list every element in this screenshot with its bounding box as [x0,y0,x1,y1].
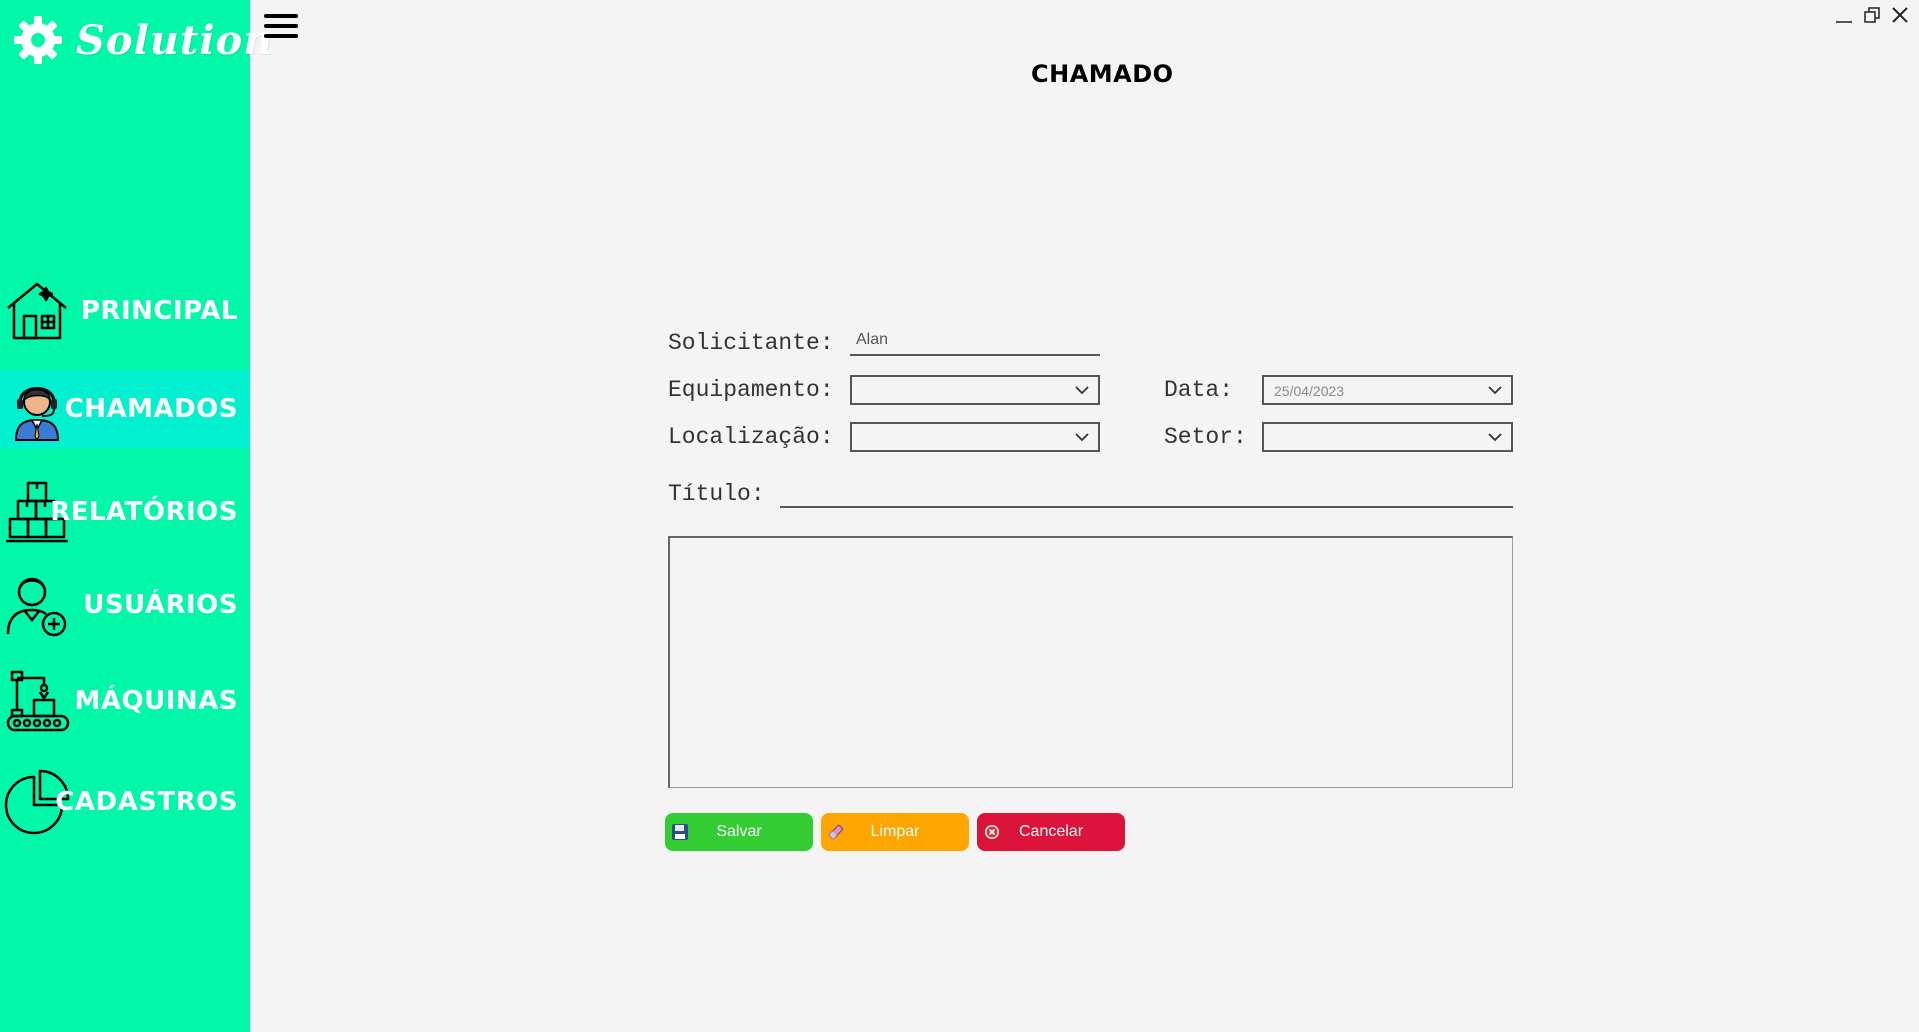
robot-arm-conveyor-icon [6,670,70,732]
titulo-label: Título: [668,481,765,507]
sidebar-item-label: MÁQUINAS [74,686,238,716]
sidebar-item-principal[interactable]: PRINCIPAL [0,272,250,350]
chevron-down-icon [1488,433,1502,442]
solicitante-input[interactable] [850,326,1100,356]
data-value: 25/04/2023 [1274,383,1345,399]
sidebar-item-cadastros[interactable]: CADASTROS [0,763,250,841]
equipamento-label: Equipamento: [668,377,834,403]
window-controls [1833,4,1911,26]
house-icon [7,282,67,340]
titulo-input[interactable] [780,478,1513,508]
sidebar-item-label: RELATÓRIOS [50,497,238,527]
data-date-picker[interactable]: 25/04/2023 [1262,375,1513,405]
cancel-x-icon [985,825,999,839]
sidebar-item-usuarios[interactable]: USUÁRIOS [0,566,250,644]
page-title: CHAMADO [1031,60,1174,88]
cancel-button[interactable]: Cancelar [977,813,1125,851]
save-button[interactable]: Salvar [665,813,813,851]
floppy-disk-icon [672,824,688,840]
data-label: Data: [1164,377,1234,403]
support-agent-icon [14,387,60,442]
minimize-icon [1836,21,1852,23]
close-window-button[interactable] [1889,4,1911,26]
sidebar-item-label: USUÁRIOS [83,590,238,620]
hamburger-icon [264,14,298,18]
setor-dropdown[interactable] [1262,422,1513,452]
eraser-icon [828,824,844,840]
sidebar-item-chamados[interactable]: CHAMADOS [0,370,250,448]
chevron-down-icon [1075,386,1089,395]
sidebar-item-relatorios[interactable]: RELATÓRIOS [0,473,250,551]
restore-button[interactable] [1861,4,1883,26]
menu-toggle-button[interactable] [264,14,298,40]
close-icon [1892,7,1908,23]
gear-icon [14,16,62,64]
logo-text: Solution [76,16,274,64]
setor-label: Setor: [1164,424,1247,450]
hamburger-icon [264,24,298,28]
clear-button[interactable]: Limpar [821,813,969,851]
equipamento-dropdown[interactable] [850,375,1100,405]
minimize-button[interactable] [1833,4,1855,26]
localizacao-dropdown[interactable] [850,422,1100,452]
app-logo: Solution [10,12,273,68]
user-add-icon [6,577,67,637]
sidebar: Solution PRINCIPAL CHAMADOS RELATÓRIOS U… [0,0,272,1032]
sidebar-item-label: CHAMADOS [64,394,238,424]
restore-icon [1864,7,1880,23]
descricao-textarea[interactable] [668,536,1513,788]
sidebar-item-maquinas[interactable]: MÁQUINAS [0,662,250,740]
localizacao-label: Localização: [668,424,834,450]
solicitante-label: Solicitante: [668,330,834,356]
hamburger-icon [264,34,298,38]
sidebar-item-label: PRINCIPAL [80,296,238,326]
chevron-down-icon [1488,386,1502,395]
sidebar-item-label: CADASTROS [55,787,238,817]
chevron-down-icon [1075,433,1089,442]
